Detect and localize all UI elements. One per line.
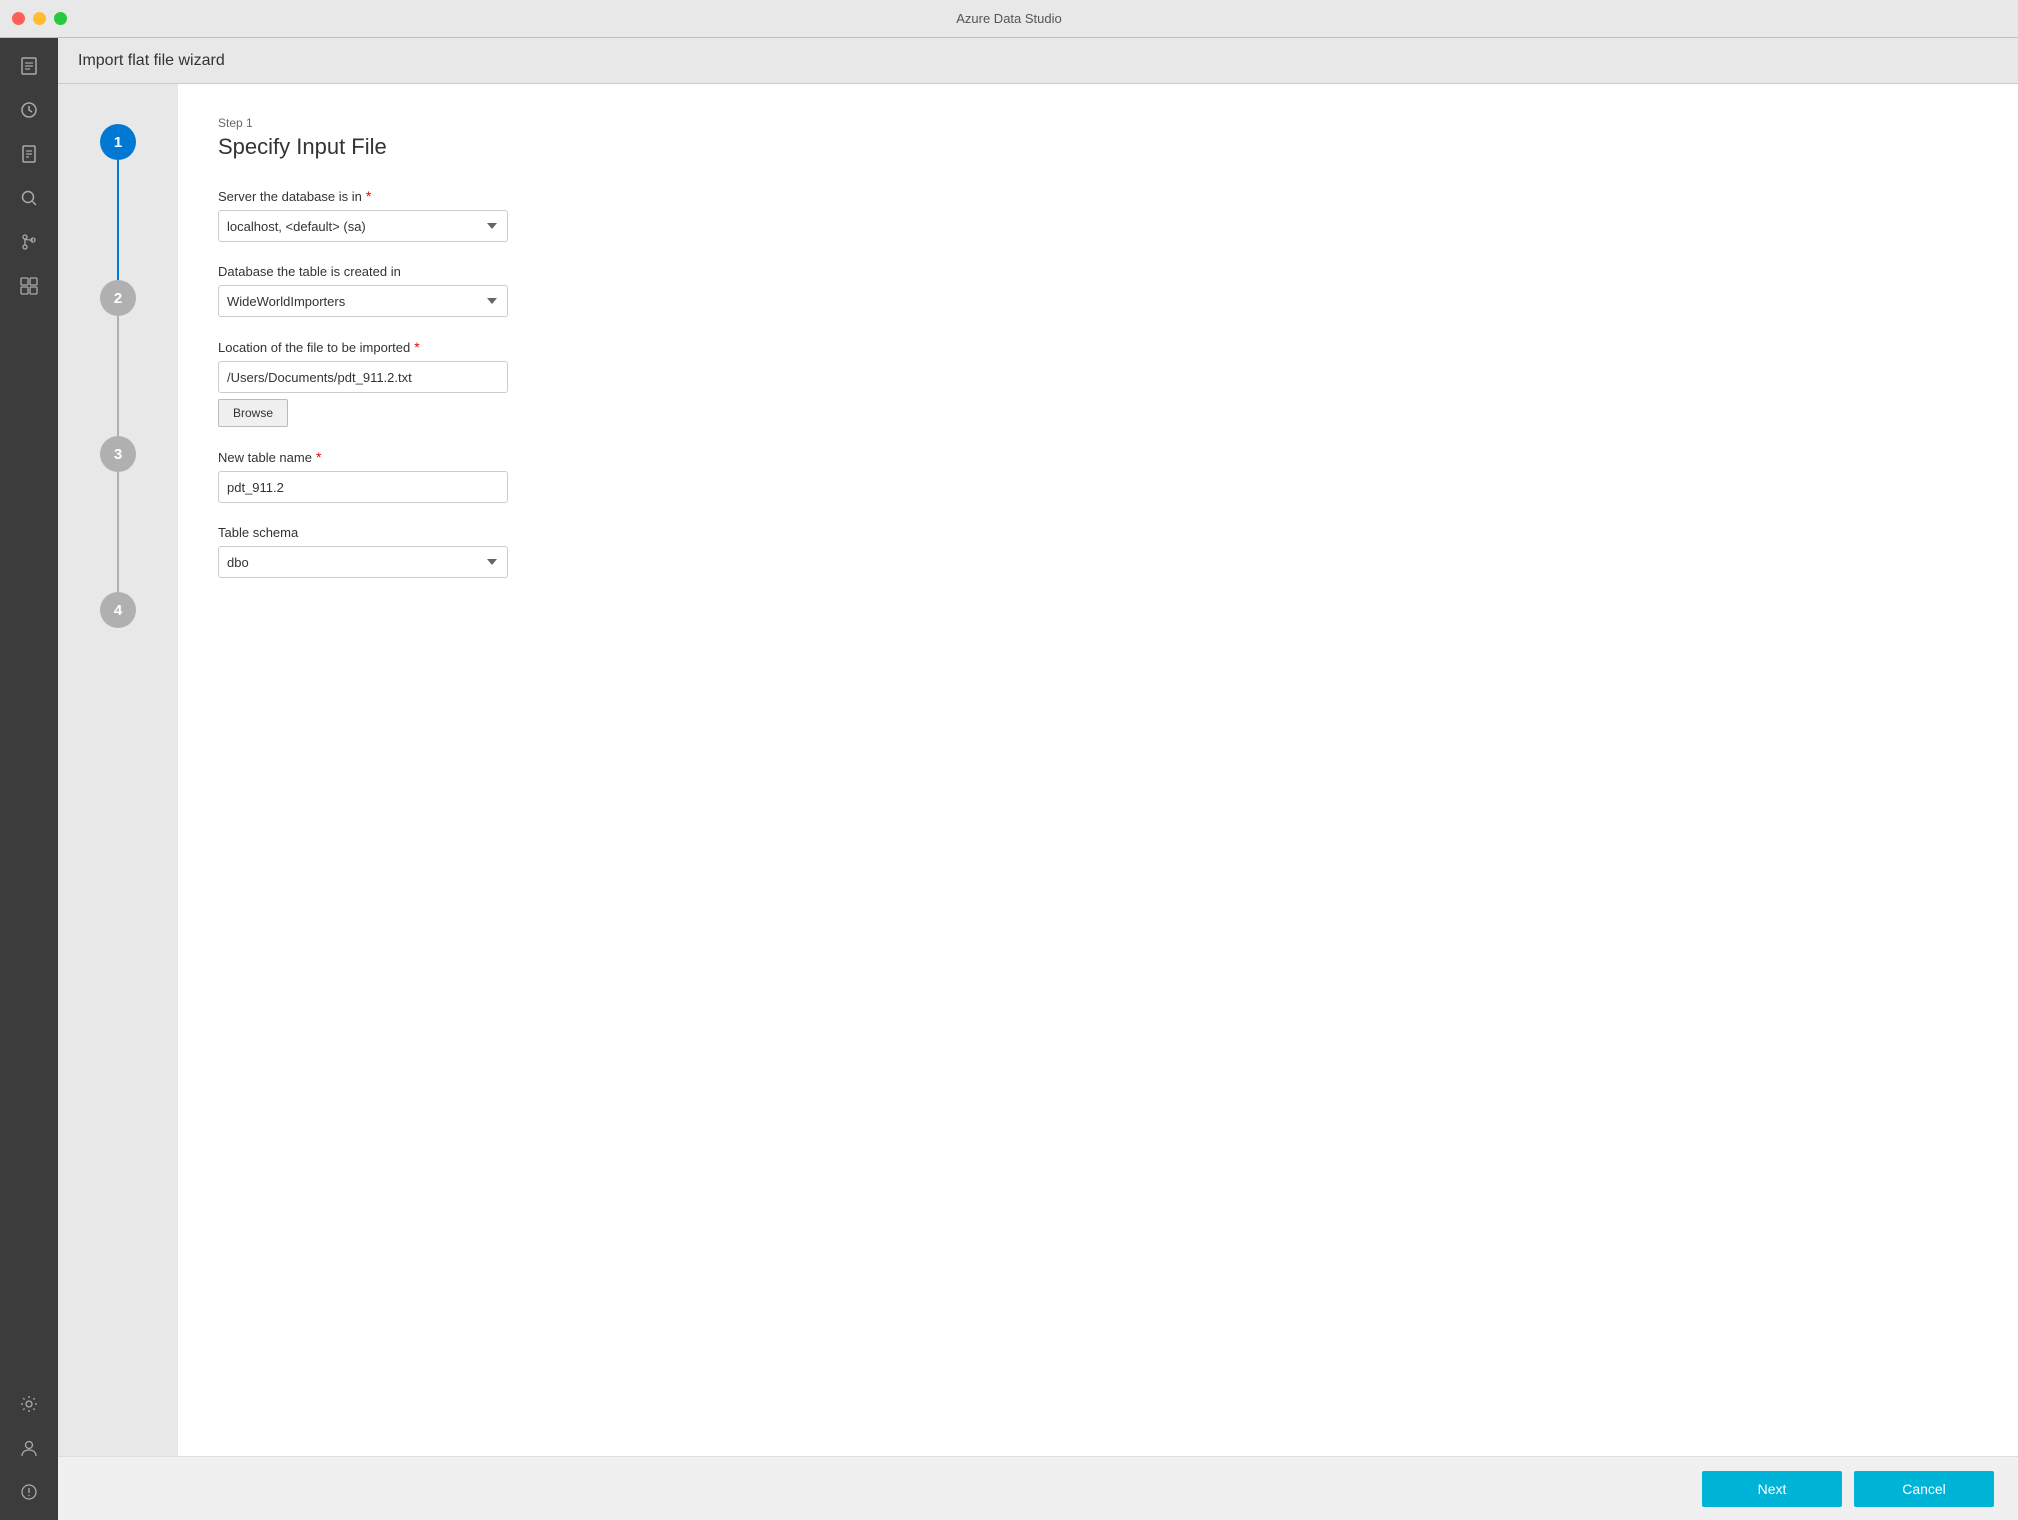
sidebar-icon-history[interactable] bbox=[9, 90, 49, 130]
step-connector-1-2 bbox=[117, 160, 119, 280]
new-table-group: New table name * bbox=[218, 449, 1978, 503]
step-navigator: 1 2 3 bbox=[58, 84, 178, 1456]
sidebar-icon-search[interactable] bbox=[9, 178, 49, 218]
new-table-label: New table name * bbox=[218, 449, 1978, 465]
step-heading: Specify Input File bbox=[218, 134, 1978, 160]
step-circle-4[interactable]: 4 bbox=[100, 592, 136, 628]
step-item-4[interactable]: 4 bbox=[100, 592, 136, 628]
step-connector-3-4 bbox=[117, 472, 119, 592]
wizard-title: Import flat file wizard bbox=[78, 52, 225, 70]
cancel-button[interactable]: Cancel bbox=[1854, 1471, 1994, 1507]
wizard-footer: Next Cancel bbox=[58, 1456, 2018, 1520]
window-controls[interactable] bbox=[12, 12, 67, 25]
server-select[interactable]: localhost, <default> (sa) bbox=[218, 210, 508, 242]
sidebar-icon-extensions[interactable] bbox=[9, 266, 49, 306]
file-location-input[interactable] bbox=[218, 361, 508, 393]
sidebar-icon-document[interactable] bbox=[9, 134, 49, 174]
database-select[interactable]: WideWorldImporters bbox=[218, 285, 508, 317]
main-content: Import flat file wizard 1 2 bbox=[58, 38, 2018, 1520]
step-circle-2[interactable]: 2 bbox=[100, 280, 136, 316]
step-label: Step 1 bbox=[218, 116, 1978, 130]
sidebar-icon-account[interactable] bbox=[9, 1428, 49, 1468]
sidebar-icon-explorer[interactable] bbox=[9, 46, 49, 86]
database-label: Database the table is created in bbox=[218, 264, 1978, 279]
step-circle-1[interactable]: 1 bbox=[100, 124, 136, 160]
wizard-body: 1 2 3 bbox=[58, 84, 2018, 1456]
form-area: Step 1 Specify Input File Server the dat… bbox=[178, 84, 2018, 1456]
sidebar-icon-git[interactable] bbox=[9, 222, 49, 262]
sidebar bbox=[0, 38, 58, 1520]
window-title: Azure Data Studio bbox=[956, 11, 1062, 26]
step-circle-3[interactable]: 3 bbox=[100, 436, 136, 472]
sidebar-bottom bbox=[9, 1384, 49, 1512]
maximize-button[interactable] bbox=[54, 12, 67, 25]
schema-label: Table schema bbox=[218, 525, 1978, 540]
database-group: Database the table is created in WideWor… bbox=[218, 264, 1978, 317]
minimize-button[interactable] bbox=[33, 12, 46, 25]
step-item-2[interactable]: 2 bbox=[100, 280, 136, 316]
table-required-star: * bbox=[316, 449, 321, 465]
file-required-star: * bbox=[414, 339, 419, 355]
sidebar-icon-settings[interactable] bbox=[9, 1384, 49, 1424]
wizard-header: Import flat file wizard bbox=[58, 38, 2018, 84]
file-location-label: Location of the file to be imported * bbox=[218, 339, 1978, 355]
step-item-3[interactable]: 3 bbox=[100, 436, 136, 472]
new-table-input[interactable] bbox=[218, 471, 508, 503]
file-location-group: Location of the file to be imported * Br… bbox=[218, 339, 1978, 427]
close-button[interactable] bbox=[12, 12, 25, 25]
next-button[interactable]: Next bbox=[1702, 1471, 1842, 1507]
schema-select[interactable]: dbo bbox=[218, 546, 508, 578]
sidebar-icon-warning[interactable] bbox=[9, 1472, 49, 1512]
step-item-1[interactable]: 1 bbox=[100, 124, 136, 160]
step-connector-2-3 bbox=[117, 316, 119, 436]
titlebar: Azure Data Studio bbox=[0, 0, 2018, 38]
server-group: Server the database is in * localhost, <… bbox=[218, 188, 1978, 242]
browse-button[interactable]: Browse bbox=[218, 399, 288, 427]
server-required-star: * bbox=[366, 188, 371, 204]
server-label: Server the database is in * bbox=[218, 188, 1978, 204]
schema-group: Table schema dbo bbox=[218, 525, 1978, 578]
